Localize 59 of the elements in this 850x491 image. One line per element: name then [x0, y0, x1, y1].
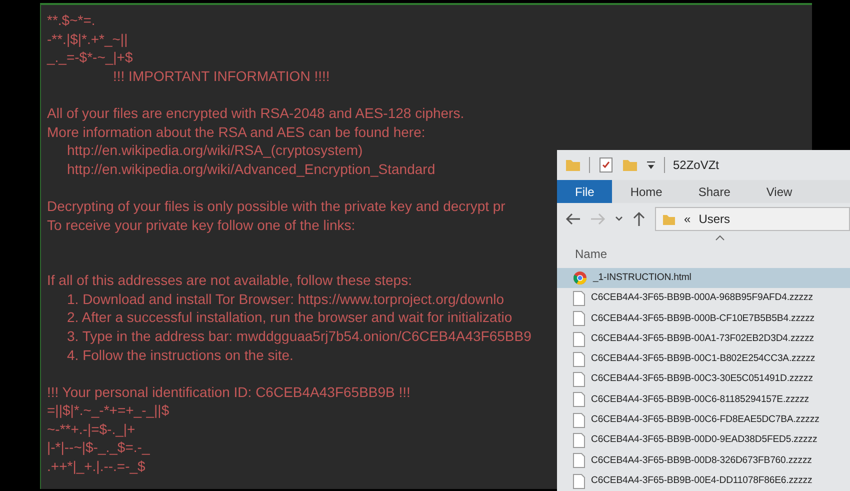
back-arrow-icon[interactable] — [565, 211, 581, 227]
document-icon — [573, 311, 585, 326]
file-row[interactable]: C6CEB4A4-3F65-BB9B-00E4-DD11078F86E6.zzzzz — [557, 470, 850, 491]
note-line: ~-**+.-|=$-._|+ — [47, 420, 136, 438]
note-line: 1. Download and install Tor Browser: https://www.torproject.org/downlo — [67, 290, 504, 308]
chevron-down-icon[interactable] — [615, 216, 623, 222]
note-line: To receive your private key follow one of the links: — [47, 216, 356, 234]
file-row[interactable]: C6CEB4A4-3F65-BB9B-00C6-81185294157E.zzzzz — [557, 390, 850, 410]
file-row[interactable]: C6CEB4A4-3F65-BB9B-00D0-9EAD38D5FED5.zzzzz — [557, 430, 850, 451]
ribbon-tab[interactable]: File — [557, 180, 612, 203]
up-arrow-icon[interactable] — [632, 211, 646, 227]
document-icon — [573, 433, 585, 448]
note-line: -**.|$|*.+*_~|| — [47, 30, 128, 48]
document-icon — [573, 290, 585, 306]
note-line: If all of this addresses are not available, follow these steps: — [47, 271, 412, 290]
note-line: All of your files are encrypted with RSA-2048 and AES-128 ciphers. — [47, 104, 464, 123]
note-line: http://en.wikipedia.org/wiki/RSA_(cryptosystem) — [67, 141, 363, 160]
note-line: **.$~*=. — [47, 11, 96, 30]
folder-icon — [662, 212, 676, 226]
note-line: http://en.wikipedia.org/wiki/Advanced_Encryption_Standard — [67, 160, 436, 178]
note-line: 3. Type in the address bar: mwddgguaa5rj7b54.onion/C6CEB4A43F65BB9 — [67, 326, 532, 346]
note-line: !!! IMPORTANT INFORMATION !!!! — [113, 66, 330, 86]
file-row[interactable]: C6CEB4A4-3F65-BB9B-00C6-FD8EAE5DC7BA.zzzzz — [557, 410, 850, 430]
folder-icon — [565, 157, 581, 173]
ribbon-tab[interactable]: Share — [680, 180, 748, 203]
document-icon — [573, 412, 585, 428]
note-line: =||$|*.~_-*+=+_-_||$ — [47, 401, 170, 420]
column-header[interactable]: Name — [575, 245, 608, 263]
document-icon — [573, 332, 585, 347]
ribbon-tab[interactable]: View — [748, 180, 810, 203]
folder-icon — [622, 157, 638, 173]
file-row[interactable]: C6CEB4A4-3F65-BB9B-000A-968B95F9AFD4.zzzzz — [557, 288, 850, 309]
checklist-icon — [598, 157, 614, 173]
file-row[interactable]: C6CEB4A4-3F65-BB9B-00A1-73F02EB2D3D4.zzzzz — [557, 328, 850, 350]
note-line: More information about the RSA and AES can be found here: — [47, 122, 426, 142]
document-icon — [573, 453, 585, 468]
sort-caret-icon — [715, 235, 725, 241]
note-line: |-*|--~|$-_._$=.-_ — [47, 438, 150, 458]
document-icon — [573, 474, 585, 489]
file-row[interactable]: C6CEB4A4-3F65-BB9B-00C1-B802E254CC3A.zzzzz — [557, 349, 850, 370]
document-icon — [573, 372, 585, 388]
note-line: _._=-$*-~_|+$ — [47, 48, 133, 67]
window-title: 52ZoVZt — [673, 157, 720, 174]
document-icon — [573, 352, 585, 367]
note-line: !!! Your personal identification ID: C6CEB4A43F65BB9B !!! — [47, 382, 410, 402]
browser-icon — [573, 271, 587, 286]
file-row[interactable]: C6CEB4A4-3F65-BB9B-00D8-326D673FB760.zzzzz — [557, 450, 850, 471]
note-line: 2. After a successful installation, run the browser and wait for initializatio — [67, 308, 512, 327]
breadcrumb-separator: « — [684, 211, 691, 228]
file-row[interactable]: C6CEB4A4-3F65-BB9B-00C3-30E5C051491D.zzzzz — [557, 369, 850, 390]
ribbon-tab[interactable]: Home — [612, 180, 680, 203]
file-row[interactable]: C6CEB4A4-3F65-BB9B-000B-CF10E7B5B5B4.zzzzz — [557, 308, 850, 329]
address-bar[interactable]: « Users — [655, 207, 850, 231]
note-line: 4. Follow the instructions on the site. — [67, 346, 294, 364]
document-icon — [573, 392, 585, 408]
note-line: Decrypting of your files is only possible with the private key and decrypt pr — [47, 196, 506, 216]
file-row[interactable]: _1-INSTRUCTION.html — [557, 268, 850, 288]
breadcrumb[interactable]: Users — [698, 210, 730, 228]
note-line: .++*|_+.|.--.=-_$ — [47, 457, 146, 476]
